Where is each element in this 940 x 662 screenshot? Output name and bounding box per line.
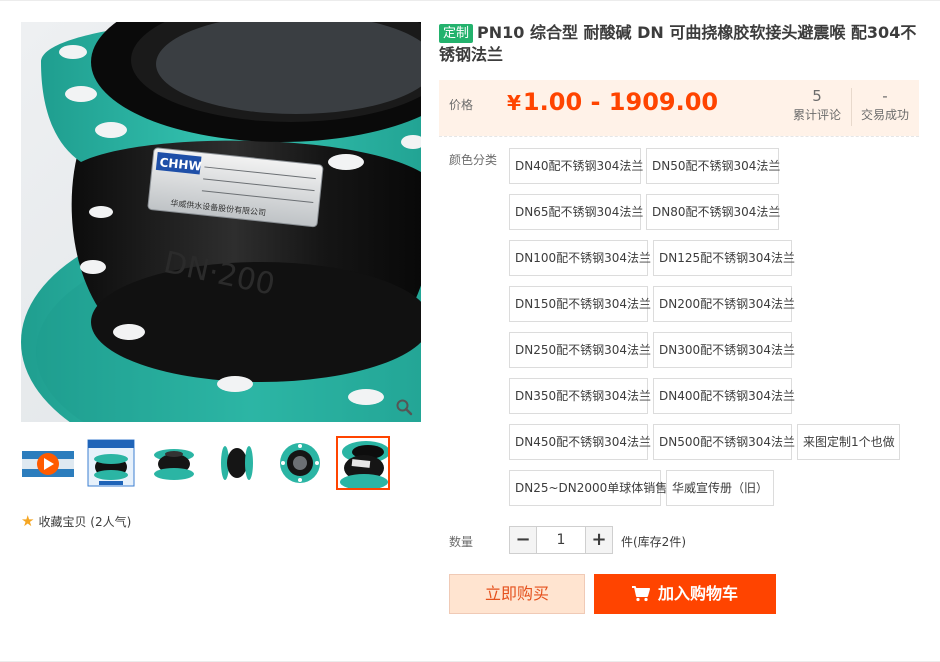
sku-option[interactable]: 来图定制1个也做	[797, 424, 900, 460]
sku-option[interactable]: DN125配不锈钢304法兰	[653, 240, 795, 276]
top-border	[0, 0, 940, 1]
deals-count: -	[882, 87, 888, 105]
custom-tag: 定制	[439, 24, 474, 43]
reviews-label: 累计评论	[792, 108, 841, 122]
sku-label: 颜色分类	[449, 153, 498, 167]
divider	[439, 136, 919, 137]
currency-symbol: ¥	[507, 91, 521, 115]
thumbnail-strip	[21, 436, 421, 492]
cart-icon	[631, 586, 650, 602]
stock-info: 件(库存2件)	[621, 535, 686, 549]
quantity-decrease-button[interactable]: −	[510, 527, 537, 553]
sku-option[interactable]: DN150配不锈钢304法兰	[509, 286, 651, 322]
thumbnail-flange[interactable]	[273, 436, 327, 490]
sku-option[interactable]: DN200配不锈钢304法兰	[653, 286, 795, 322]
zoom-icon[interactable]	[395, 398, 413, 416]
add-to-cart-label: 加入购物车	[657, 584, 738, 603]
sku-option[interactable]: DN25~DN2000单球体销售	[509, 470, 667, 506]
quantity-input[interactable]	[537, 527, 585, 553]
sku-option[interactable]: DN350配不锈钢304法兰	[509, 378, 651, 414]
sku-option[interactable]: DN40配不锈钢304法兰	[509, 148, 643, 184]
price-panel: 价格 ¥1.00 - 1909.00 5 累计评论 - 交易成功	[439, 80, 919, 136]
add-to-cart-button[interactable]: 加入购物车	[594, 574, 776, 614]
sku-option[interactable]: 华威宣传册（旧）	[666, 470, 774, 506]
deals-stat: - 交易成功	[852, 86, 918, 124]
favorite-button[interactable]: ★ 收藏宝贝 (2人气)	[21, 513, 131, 530]
sku-option[interactable]: DN450配不锈钢304法兰	[509, 424, 651, 460]
reviews-stat[interactable]: 5 累计评论	[784, 86, 850, 124]
sku-option[interactable]: DN100配不锈钢304法兰	[509, 240, 651, 276]
sku-option[interactable]: DN250配不锈钢304法兰	[509, 332, 651, 368]
quantity-label: 数量	[449, 535, 474, 549]
star-icon: ★	[21, 512, 35, 530]
sku-option[interactable]: DN300配不锈钢304法兰	[653, 332, 795, 368]
rubber-joint-illustration: CHHW 华威供水设备股份有限公司 DN·200	[21, 22, 421, 422]
sku-option[interactable]: DN80配不锈钢304法兰	[646, 194, 780, 230]
sku-option[interactable]: DN500配不锈钢304法兰	[653, 424, 795, 460]
price-value: ¥1.00 - 1909.00	[507, 85, 718, 120]
thumbnail-joint-side[interactable]	[210, 436, 264, 490]
reviews-count: 5	[812, 87, 822, 105]
thumbnail-box[interactable]	[84, 436, 138, 490]
main-product-image[interactable]: CHHW 华威供水设备股份有限公司 DN·200	[21, 22, 421, 422]
price-label: 价格	[449, 98, 474, 112]
deals-label: 交易成功	[860, 108, 909, 122]
price-range: 1.00 - 1909.00	[522, 88, 719, 116]
thumbnail-closeup[interactable]	[336, 436, 390, 490]
buy-now-button[interactable]: 立即购买	[449, 574, 585, 614]
favorite-label: 收藏宝贝 (2人气)	[38, 515, 132, 529]
thumbnail-video[interactable]	[21, 436, 75, 490]
sku-option[interactable]: DN400配不锈钢304法兰	[653, 378, 795, 414]
product-title: 定制 PN10 综合型 耐酸碱 DN 可曲挠橡胶软接头避震喉 配304不锈钢法兰	[439, 22, 919, 66]
quantity-stepper: − +	[509, 526, 613, 554]
sku-option[interactable]: DN65配不锈钢304法兰	[509, 194, 643, 230]
video-play-icon	[22, 437, 74, 489]
product-title-text: PN10 综合型 耐酸碱 DN 可曲挠橡胶软接头避震喉 配304不锈钢法兰	[439, 23, 917, 64]
quantity-increase-button[interactable]: +	[585, 527, 612, 553]
sku-option[interactable]: DN50配不锈钢304法兰	[646, 148, 780, 184]
thumbnail-joint-front[interactable]	[147, 436, 201, 490]
